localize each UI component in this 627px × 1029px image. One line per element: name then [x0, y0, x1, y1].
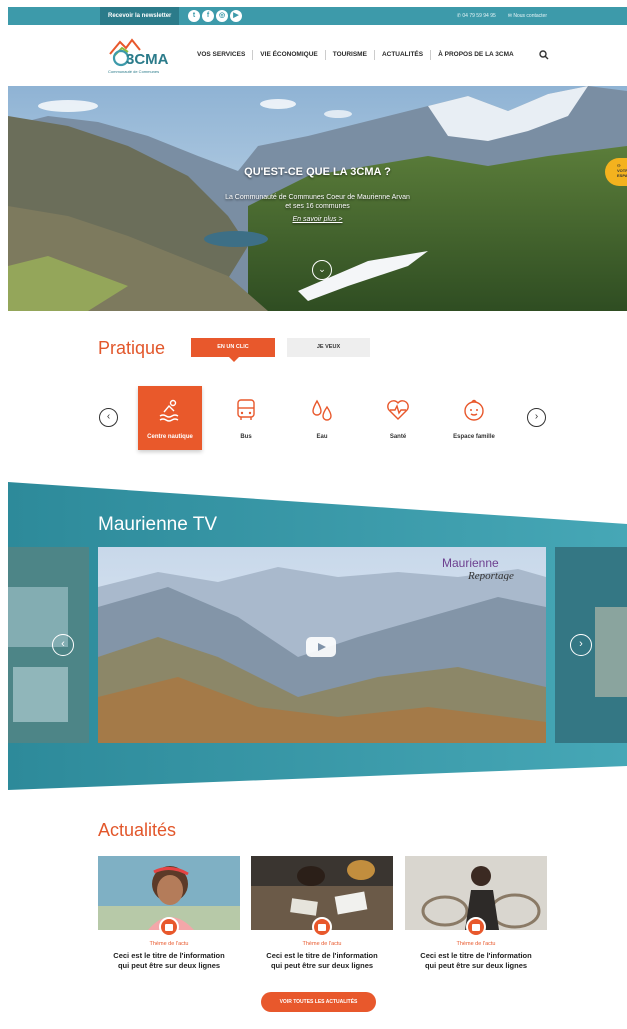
hero-banner: QU'EST-CE QUE LA 3CMA ? La Communauté de… — [8, 86, 627, 311]
scroll-down-icon[interactable]: ⌄ — [312, 260, 332, 280]
news-title-line: qui peut être sur deux lignes — [424, 961, 528, 970]
top-bar: Recevoir la newsletter t f ◎ ▶ ✆ 04 79 5… — [8, 7, 627, 25]
tv-heading: Maurienne TV — [98, 514, 217, 535]
tab-en-un-clic[interactable]: EN UN CLIC — [191, 338, 275, 362]
news-theme: Thème de l'actu — [149, 941, 189, 947]
social-links: t f ◎ ▶ — [188, 10, 242, 22]
news-title-line: qui peut être sur deux lignes — [270, 961, 374, 970]
heart-pulse-icon — [387, 400, 409, 420]
service-label: Bus — [240, 434, 252, 440]
service-sante[interactable]: Santé — [366, 386, 430, 450]
news-card[interactable]: Thème de l'actu Ceci est le titre de l'i… — [405, 856, 547, 971]
hero-description: La Communauté de Communes Coeur de Mauri… — [8, 193, 627, 211]
site-logo[interactable]: 3CMA Communauté de Communes — [108, 36, 170, 76]
youtube-icon — [312, 917, 332, 937]
youtube-icon[interactable]: ▶ — [230, 10, 242, 22]
service-label: Espace famille — [453, 434, 495, 440]
phone-link[interactable]: ✆ 04 79 59 94 95 — [457, 7, 496, 25]
tab-je-veux[interactable]: JE VEUX — [287, 338, 370, 357]
facebook-icon[interactable]: f — [202, 10, 214, 22]
carousel-prev-icon[interactable]: ‹ — [99, 408, 118, 427]
top-contact: ✆ 04 79 59 94 95 ✉ Nous contacter — [457, 7, 547, 25]
news-theme: Thème de l'actu — [456, 941, 496, 947]
nav-item-a-propos[interactable]: À PROPOS DE LA 3CMA — [431, 50, 521, 60]
service-label: Centre nautique — [147, 434, 193, 440]
logo-subtitle: Communauté de Communes — [108, 69, 160, 74]
contact-link[interactable]: ✉ Nous contacter — [508, 7, 547, 25]
hero-read-more-link[interactable]: En savoir plus > — [8, 216, 627, 223]
contact-label: Nous contacter — [513, 13, 547, 19]
swimmer-icon — [159, 399, 179, 422]
maurienne-reportage-logo: Maurienne Reportage — [440, 555, 546, 582]
news-title: Ceci est le titre de l'information qui p… — [251, 951, 393, 971]
news-title-line: Ceci est le titre de l'information — [266, 951, 378, 960]
service-label: Eau — [316, 434, 328, 440]
service-centre-nautique[interactable]: Centre nautique — [138, 386, 202, 450]
brand-line-2: Reportage — [467, 570, 514, 581]
carousel-next-icon[interactable]: › — [527, 408, 546, 427]
nav-item-tourisme[interactable]: TOURISME — [326, 50, 375, 60]
service-bus[interactable]: Bus — [214, 386, 278, 450]
actualites-heading: Actualités — [98, 820, 177, 840]
news-card[interactable]: Thème de l'actu Ceci est le titre de l'i… — [98, 856, 240, 971]
brand-logo-graphic: Maurienne Reportage — [442, 556, 514, 582]
hero-description-line: La Communauté de Communes Coeur de Mauri… — [225, 194, 410, 201]
news-title-line: qui peut être sur deux lignes — [117, 961, 221, 970]
service-eau[interactable]: Eau — [290, 386, 354, 450]
news-title-line: Ceci est le titre de l'information — [113, 951, 225, 960]
instagram-icon[interactable]: ◎ — [216, 10, 228, 22]
instagram-icon — [466, 917, 486, 937]
tv-video-player[interactable]: Maurienne Reportage — [98, 547, 546, 743]
hero-description-line: et ses 16 communes — [285, 203, 350, 210]
play-button-icon[interactable] — [306, 637, 336, 657]
espace-button[interactable]: ⚇ VOTRE ESPACE — [605, 158, 627, 186]
tv-slide-image — [8, 547, 89, 743]
nav-item-services[interactable]: VOS SERVICES — [190, 50, 254, 60]
espace-label: VOTRE ESPACE — [617, 168, 627, 178]
newsletter-button[interactable]: Recevoir la newsletter — [100, 7, 180, 25]
news-theme: Thème de l'actu — [302, 941, 342, 947]
tv-next-icon[interactable]: › — [570, 634, 592, 656]
search-icon[interactable] — [539, 50, 549, 60]
pratique-heading: Pratique — [98, 338, 166, 358]
news-card[interactable]: Thème de l'actu Ceci est le titre de l'i… — [251, 856, 393, 971]
news-title: Ceci est le titre de l'information qui p… — [98, 951, 240, 971]
contact-card-icon — [159, 917, 179, 937]
bus-icon — [237, 399, 255, 420]
news-title: Ceci est le titre de l'information qui p… — [405, 951, 547, 971]
tv-slide-previous[interactable] — [8, 547, 89, 743]
logo-text: 3CMA — [126, 51, 169, 68]
brand-line-1: Maurienne — [442, 556, 499, 570]
all-news-button[interactable]: VOIR TOUTES LES ACTUALITÉS — [261, 992, 376, 1012]
main-nav: VOS SERVICES VIE ÉCONOMIQUE TOURISME ACT… — [190, 50, 521, 60]
water-drops-icon — [312, 399, 332, 421]
twitter-icon[interactable]: t — [188, 10, 200, 22]
service-espace-famille[interactable]: Espace famille — [442, 386, 506, 450]
logo-graphic: 3CMA — [109, 38, 169, 68]
service-label: Santé — [389, 434, 407, 440]
tv-prev-icon[interactable]: ‹ — [52, 634, 74, 656]
hero-title: QU'EST-CE QUE LA 3CMA ? — [244, 166, 391, 178]
news-title-line: Ceci est le titre de l'information — [420, 951, 532, 960]
nav-item-vie-economique[interactable]: VIE ÉCONOMIQUE — [253, 50, 326, 60]
nav-item-actualites[interactable]: ACTUALITÉS — [375, 50, 432, 60]
phone-number: 04 79 59 94 95 — [462, 13, 496, 19]
baby-face-icon — [464, 399, 484, 421]
